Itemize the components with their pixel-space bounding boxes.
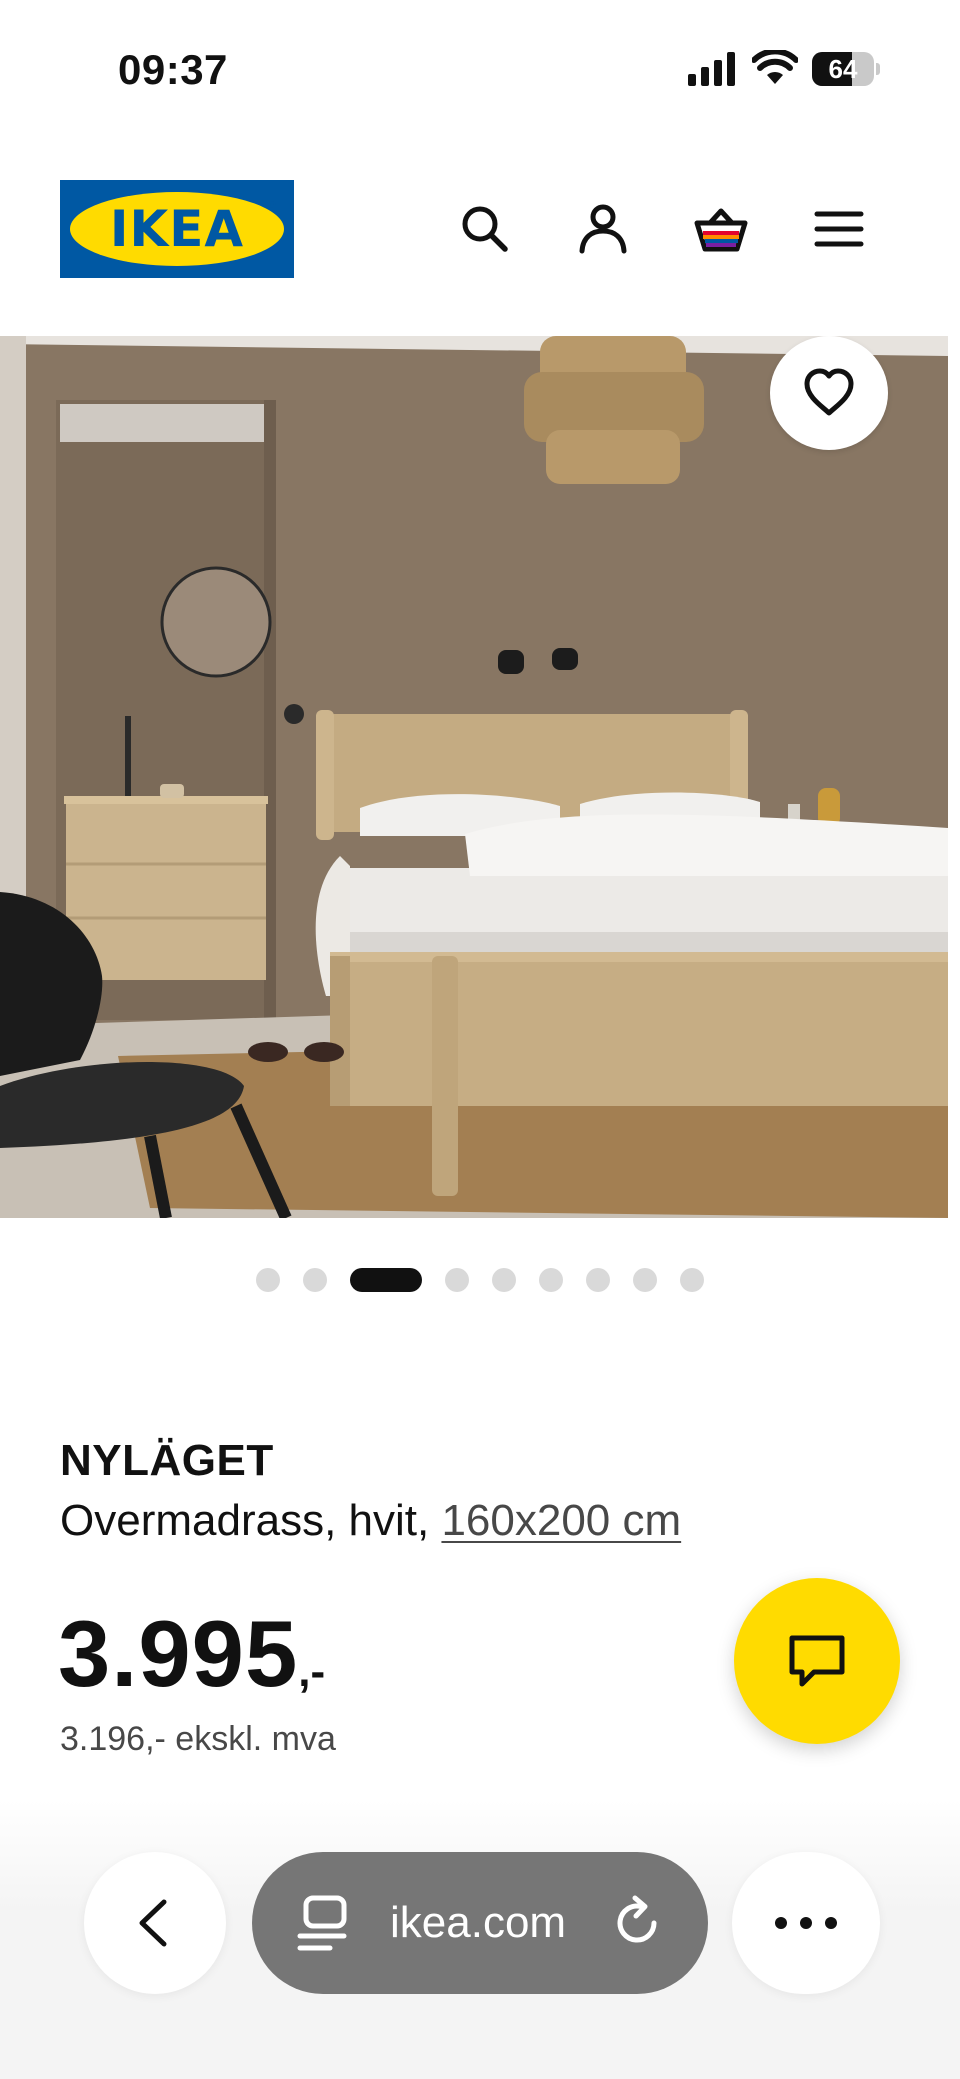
product-name: NYLÄGET [60,1436,274,1485]
chat-button[interactable] [734,1578,900,1744]
carousel-dot[interactable] [445,1268,469,1292]
price-suffix: ,- [298,1647,326,1696]
bedroom-photo [0,336,948,1218]
browser-back-button[interactable] [84,1852,226,1994]
cellular-signal-icon [688,52,735,86]
logo-registered-mark: ® [268,200,276,211]
browser-more-button[interactable] [732,1852,880,1994]
carousel-dot[interactable] [492,1268,516,1292]
price-excluding-vat: 3.196,- ekskl. mva [60,1720,336,1758]
carousel-dots [0,1268,960,1292]
basket-icon [694,208,748,252]
logo-text: IKEA [109,200,245,258]
favorite-button[interactable] [770,336,888,450]
battery-body: 64 [812,52,874,86]
carousel-dot[interactable] [680,1268,704,1292]
reload-icon[interactable] [608,1894,666,1952]
account-icon [579,204,627,254]
product-image[interactable] [0,336,948,1218]
basket-button[interactable] [690,198,752,260]
battery-cap [876,63,880,75]
carousel-dot[interactable] [633,1268,657,1292]
browser-toolbar: ikea.com [0,1800,960,2079]
address-bar[interactable]: ikea.com [252,1852,708,1994]
battery-icon: 64 [812,52,880,86]
search-icon [462,206,508,252]
status-bar: 09:37 64 [0,0,960,140]
status-time: 09:37 [118,46,228,93]
battery-level: 64 [828,54,858,84]
carousel-dot[interactable] [256,1268,280,1292]
chat-icon [789,1635,845,1687]
page: 09:37 64 IKEA ® NYLÄGET Overmadrass, hvi… [0,0,960,2079]
product-price: 3.995,- [58,1600,325,1708]
url-text: ikea.com [390,1898,567,1947]
heart-icon [804,368,854,416]
search-button[interactable] [454,198,516,260]
menu-button[interactable] [808,198,870,260]
menu-icon [814,211,864,247]
product-description: Overmadrass, hvit, 160x200 cm [60,1496,681,1546]
site-header: IKEA ® [0,160,960,300]
product-size-link[interactable]: 160x200 cm [441,1496,681,1545]
wifi-icon [752,50,798,84]
carousel-dot[interactable] [539,1268,563,1292]
carousel-dot[interactable] [586,1268,610,1292]
account-button[interactable] [572,198,634,260]
price-integer: 3.995 [58,1601,299,1706]
carousel-dot-active[interactable] [350,1268,422,1292]
back-arrow-icon [139,1899,167,1947]
more-icon [775,1917,837,1929]
product-type-text: Overmadrass, hvit, [60,1496,442,1545]
ikea-logo[interactable]: IKEA ® [60,180,294,278]
carousel-dot[interactable] [303,1268,327,1292]
tabs-icon [297,1895,347,1951]
